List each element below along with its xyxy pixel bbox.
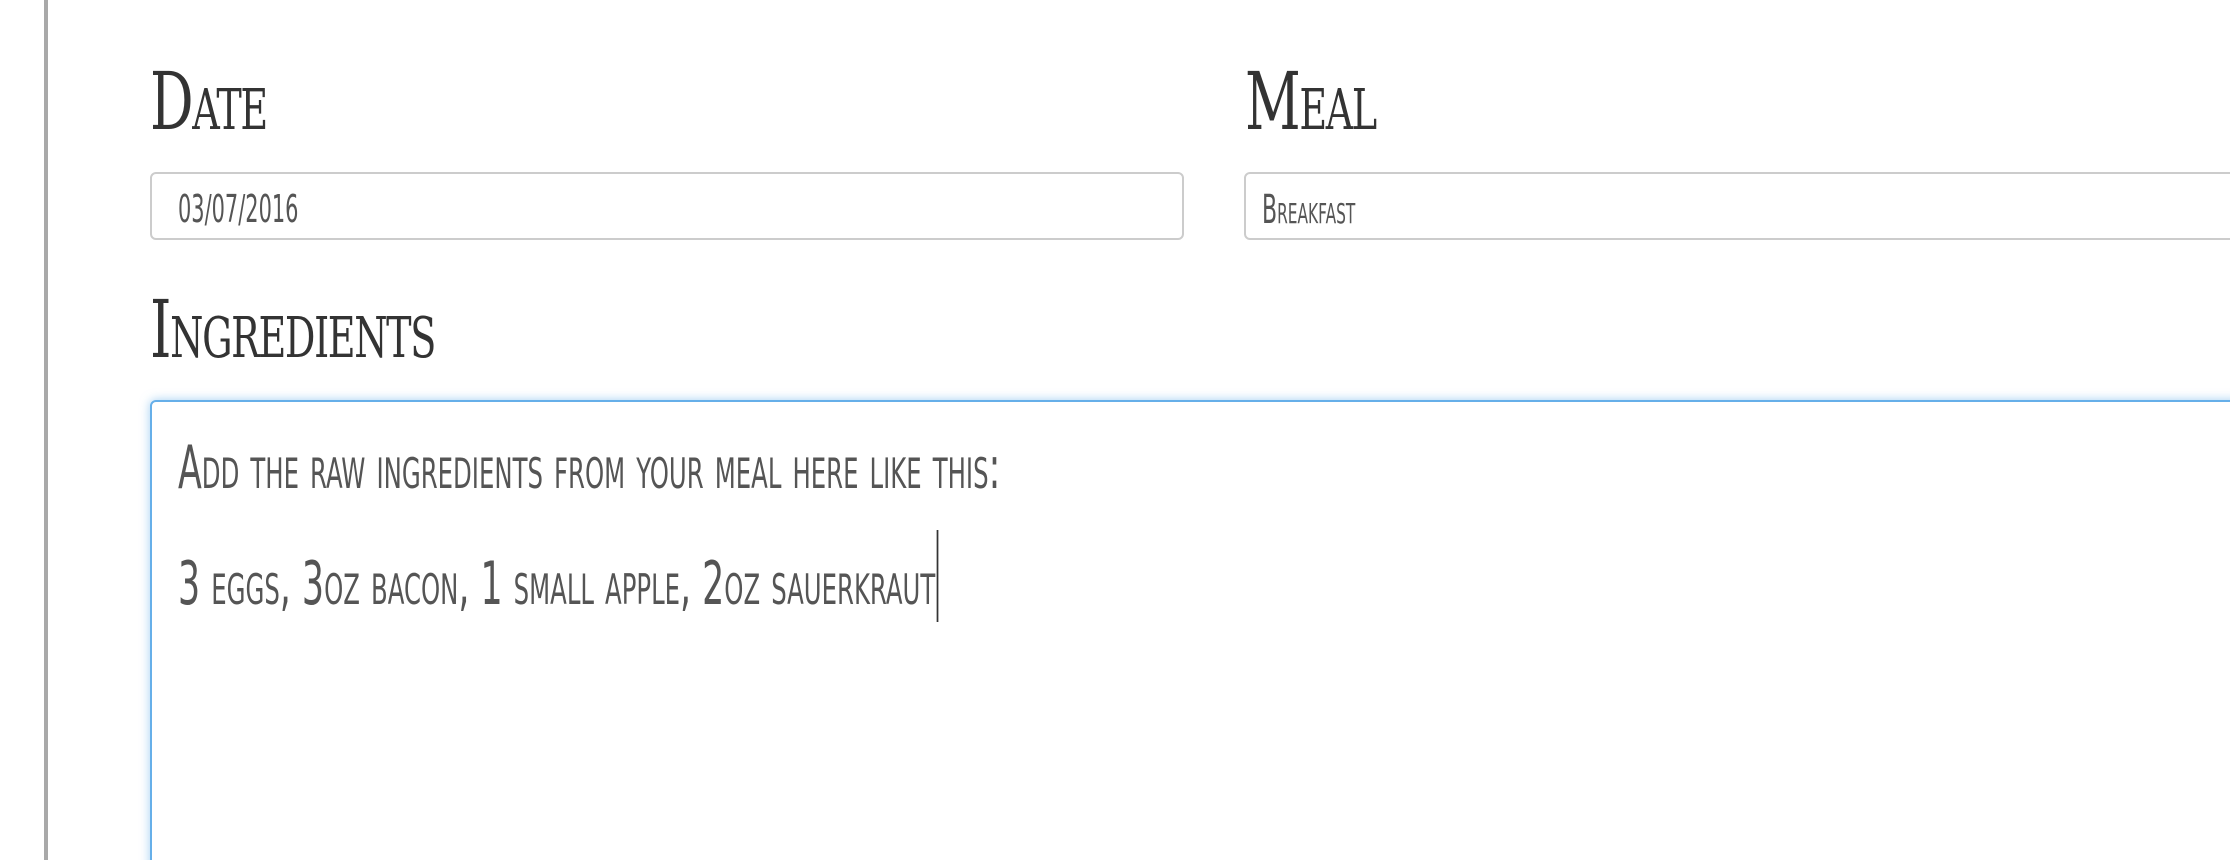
ingredients-text-line: Add the raw ingredients from your meal h…: [178, 438, 1000, 498]
ingredients-line-1: Add the raw ingredients from your meal h…: [178, 433, 1001, 503]
date-input[interactable]: 03/07/2016: [150, 172, 1184, 240]
text-caret: [936, 530, 939, 622]
ingredients-line-2: 3 eggs, 3oz bacon, 1 small apple, 2oz sa…: [178, 549, 936, 619]
meal-label: Meal: [1245, 55, 1377, 148]
meal-input[interactable]: Breakfast: [1244, 172, 2230, 240]
date-label: Date: [150, 55, 268, 148]
meal-input-value: Breakfast: [1262, 187, 1356, 233]
ingredients-text-line: 3 eggs, 3oz bacon, 1 small apple, 2oz sa…: [178, 530, 939, 622]
ingredients-textarea[interactable]: Add the raw ingredients from your meal h…: [150, 400, 2230, 860]
date-input-value: 03/07/2016: [178, 187, 299, 231]
ingredients-label: Ingredients: [150, 283, 436, 376]
left-border-divider: [44, 0, 48, 860]
